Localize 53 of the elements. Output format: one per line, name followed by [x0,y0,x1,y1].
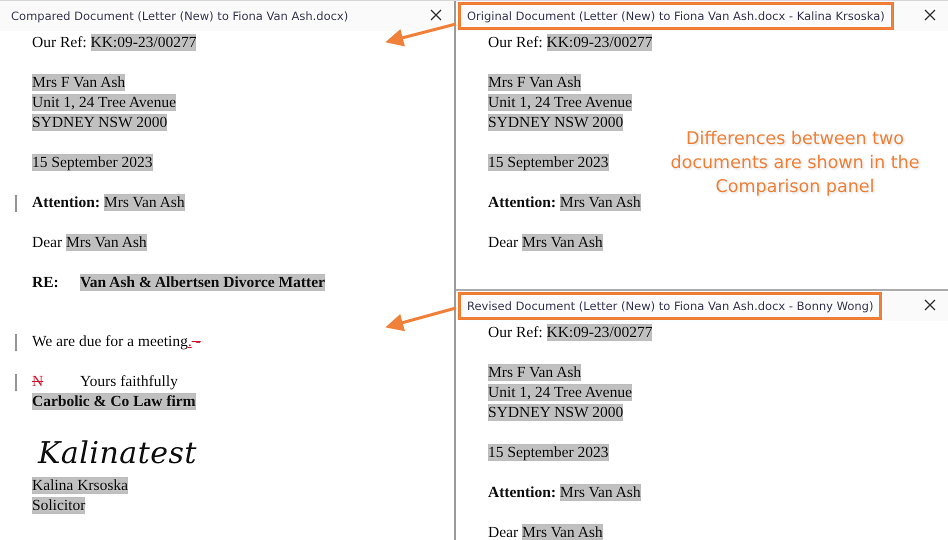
highlighted-text: Unit 1, 24 Tree Avenue [488,384,632,401]
document-text: Yours faithfully [80,373,178,390]
highlighted-text: SYDNEY NSW 2000 [488,404,624,421]
document-text: Attention: [32,194,102,211]
highlighted-text: SYDNEY NSW 2000 [32,114,168,131]
highlighted-text: Solicitor [32,497,86,514]
highlighted-text: Van Ash & Albertsen Divorce Matter [80,274,325,291]
highlighted-text: 15 September 2023 [488,154,609,171]
highlighted-text: SYDNEY NSW 2000 [488,114,624,131]
document-text: Attention: [488,484,558,501]
pane-title: Compared Document (Letter (New) to Fiona Van Ash.docx) [10,8,350,25]
highlighted-text: Mrs Van Ash [66,234,147,251]
inserted-text: . [188,333,192,350]
document-text: Dear [488,234,520,251]
document-text: Dear [32,234,64,251]
deleted-text: N [32,372,44,392]
document-text: Our Ref: [488,324,544,341]
highlighted-text: 15 September 2023 [32,154,153,171]
highlighted-text: Unit 1, 24 Tree Avenue [32,94,176,111]
pane-title: Revised Document (Letter (New) to Fiona Van Ash.docx - Bonny Wong) [458,292,882,320]
highlighted-text: Mrs Van Ash [560,484,641,501]
annotation-arrow [385,22,456,46]
highlighted-text: 15 September 2023 [488,444,609,461]
close-button[interactable] [430,9,444,23]
document-text: Attention: [488,194,558,211]
document-text: RE: [32,273,60,293]
highlighted-text: Mrs F Van Ash [488,74,582,91]
annotation-text: Differences between two documents are shown in the Comparison panel [670,128,920,199]
highlighted-text: Mrs Van Ash [522,524,603,540]
close-icon [430,9,442,21]
highlighted-text: Mrs F Van Ash [488,364,582,381]
close-icon [924,299,936,311]
document-text: Dear [488,524,520,540]
close-button[interactable] [924,9,938,23]
highlighted-text: Mrs Van Ash [522,234,603,251]
document-text: We are due for a meeting [32,333,188,350]
highlighted-text: KK:09-23/00277 [546,324,652,341]
close-button[interactable] [924,299,938,313]
document-text: Our Ref: [488,34,544,51]
highlighted-text: KK:09-23/00277 [90,34,196,51]
close-icon [924,9,936,21]
highlighted-text: Unit 1, 24 Tree Avenue [488,94,632,111]
deleted-text: - [194,333,201,350]
document-text: Our Ref: [32,34,88,51]
highlighted-text: KK:09-23/00277 [546,34,652,51]
highlighted-text: Carbolic & Co Law firm [32,393,196,410]
highlighted-text: Mrs Van Ash [560,194,641,211]
signature-text: Kalinatest [36,436,198,472]
pane-title: Original Document (Letter (New) to Fiona Van Ash.docx - Kalina Krsoska) [458,2,894,30]
highlighted-text: Kalina Krsoska [32,477,128,494]
annotation-arrow [385,306,456,332]
highlighted-text: Mrs Van Ash [104,194,185,211]
highlighted-text: Mrs F Van Ash [32,74,126,91]
